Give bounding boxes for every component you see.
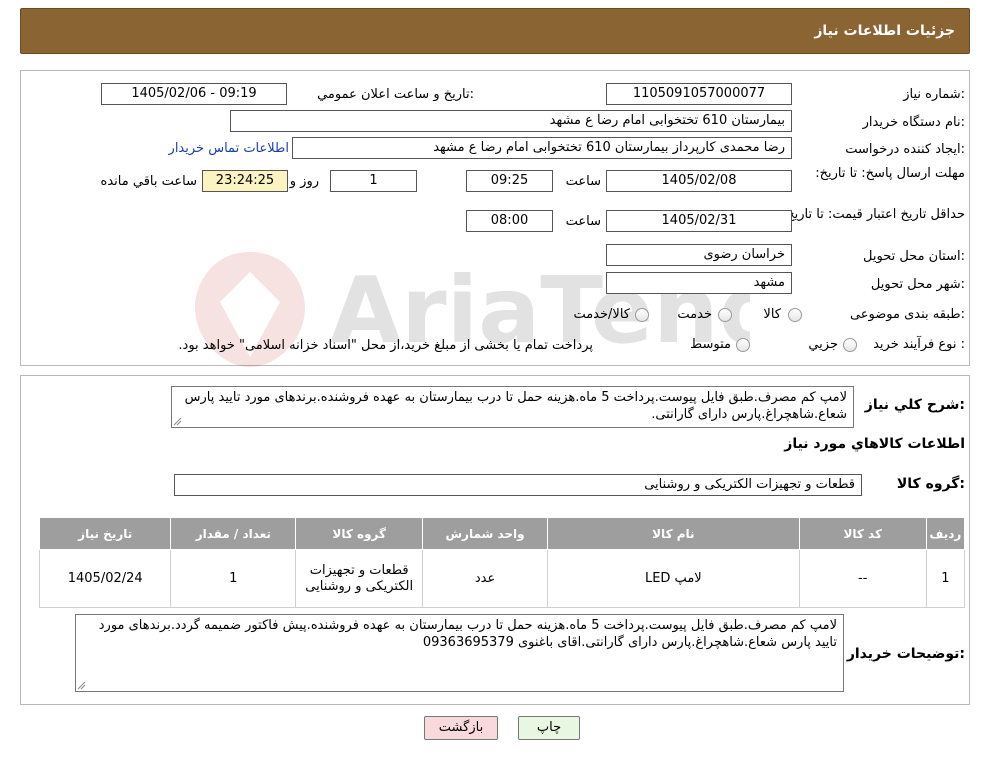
price-validity-time: 08:00	[466, 210, 553, 232]
remaining-label: ساعت باقي مانده	[100, 174, 197, 189]
category-goods-radio[interactable]	[788, 308, 802, 322]
cell-unit: عدد	[422, 549, 548, 608]
price-time-label: ساعت	[565, 214, 601, 229]
goods-group-label: گروه کالا:	[896, 476, 965, 492]
requester-field: رضا محمدی کارپرداز بیمارستان 610 تختخواب…	[292, 137, 792, 159]
cell-item-code: --	[798, 549, 927, 608]
announce-datetime-label: تاریخ و ساعت اعلان عمومي:	[317, 87, 474, 102]
category-goods-label: کالا	[763, 307, 781, 322]
province-field: خراسان رضوی	[606, 244, 792, 266]
city-field: مشهد	[606, 272, 792, 294]
category-goods-service-radio[interactable]	[635, 308, 649, 322]
purchase-medium-radio[interactable]	[736, 338, 750, 352]
requester-label: ایجاد کننده درخواست:	[845, 142, 965, 157]
col-need-date: تاریخ نیاز	[38, 517, 172, 550]
reply-deadline-date: 1405/02/08	[606, 170, 792, 192]
category-service-radio[interactable]	[718, 308, 732, 322]
page-header: جزئیات اطلاعات نیاز	[20, 8, 970, 54]
city-label: شهر محل تحویل:	[870, 277, 965, 292]
cell-quantity: 1	[170, 549, 297, 608]
need-number-field: 1105091057000077	[606, 83, 792, 105]
category-label: طبقه بندی موضوعی:	[849, 307, 965, 322]
resize-grip-icon[interactable]	[173, 417, 182, 426]
cell-item-name: لامپ LED	[546, 549, 800, 608]
table-row: 1 -- لامپ LED عدد قطعات و تجهیزات الکتری…	[38, 549, 966, 608]
days-label: روز و	[289, 174, 319, 189]
need-number-label: شماره نیاز:	[903, 87, 965, 102]
cell-need-date: 1405/02/24	[38, 549, 172, 608]
col-quantity: تعداد / مقدار	[170, 517, 297, 550]
reply-time-label: ساعت	[565, 174, 601, 189]
buyer-notes-label: توضیحات خریدار:	[846, 646, 965, 662]
description-textarea[interactable]: لامپ کم مصرف.طبق فایل پیوست.پرداخت 5 ماه…	[171, 386, 854, 428]
purchase-note: پرداخت تمام یا بخشی از مبلغ خرید،از محل …	[178, 338, 593, 353]
buyer-org-field: بیمارستان 610 تختخوابی امام رضا ع مشهد	[230, 110, 792, 132]
buyer-notes-textarea[interactable]: لامپ کم مصرف.طبق فایل پیوست.پرداخت 5 ماه…	[75, 614, 844, 692]
col-item-name: نام کالا	[546, 517, 800, 550]
announce-datetime-field: 1405/02/06 - 09:19	[101, 83, 287, 105]
category-goods-service-label: کالا/خدمت	[573, 307, 630, 322]
reply-deadline-time: 09:25	[466, 170, 553, 192]
reply-deadline-label-text: مهلت ارسال پاسخ: تا تاریخ:	[815, 166, 965, 181]
col-item-code: کد کالا	[798, 517, 927, 550]
buyer-org-label: نام دستگاه خریدار:	[862, 115, 965, 130]
remaining-time-field: 23:24:25	[202, 170, 288, 192]
print-button[interactable]: چاپ	[518, 716, 580, 740]
cell-row-number: 1	[925, 549, 966, 608]
col-item-group: گروه کالا	[295, 517, 424, 550]
page-title: جزئیات اطلاعات نیاز	[814, 23, 955, 39]
goods-table-header-row: ردیف کد کالا نام کالا واحد شمارش گروه کا…	[38, 517, 966, 550]
province-label: استان محل تحویل:	[863, 249, 965, 264]
goods-table: ردیف کد کالا نام کالا واحد شمارش گروه کا…	[38, 517, 966, 608]
col-unit: واحد شمارش	[422, 517, 548, 550]
purchase-medium-label: متوسط	[690, 337, 731, 352]
goods-section-title: اطلاعات کالاهاي مورد نیاز	[784, 436, 965, 452]
price-validity-label: حداقل تاریخ اعتبار قیمت: تا تاریخ:	[775, 205, 965, 225]
purchase-type-label: نوع فرآیند خرید :	[873, 337, 965, 352]
col-row-number: ردیف	[925, 517, 966, 550]
price-validity-label-text: حداقل تاریخ اعتبار قیمت: تا تاریخ:	[781, 207, 965, 222]
purchase-small-label: جزیي	[808, 337, 838, 352]
back-button[interactable]: بازگشت	[424, 716, 498, 740]
remaining-days-field: 1	[330, 170, 417, 192]
goods-group-field: قطعات و تجهیزات الکتریکی و روشنایی	[174, 474, 862, 496]
cell-item-group: قطعات و تجهیزات الکتریکی و روشنایی	[295, 549, 424, 608]
reply-deadline-label: مهلت ارسال پاسخ: تا تاریخ:	[815, 164, 965, 184]
price-validity-date: 1405/02/31	[606, 210, 792, 232]
purchase-small-radio[interactable]	[843, 338, 857, 352]
category-service-label: خدمت	[677, 307, 712, 322]
resize-grip-icon[interactable]	[77, 681, 86, 690]
buyer-contact-link[interactable]: اطلاعات تماس خریدار	[169, 141, 289, 156]
description-label: شرح کلي نیاز:	[864, 397, 965, 413]
